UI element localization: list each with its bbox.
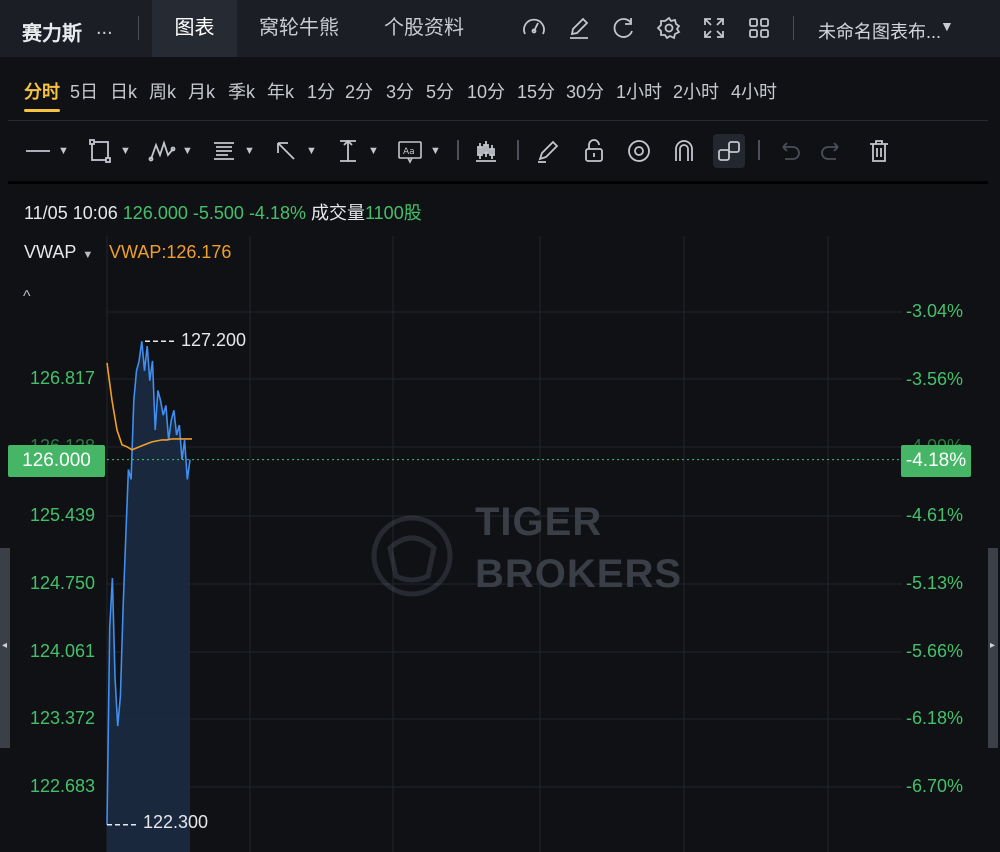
- period-tab-2m[interactable]: 2分: [345, 78, 373, 104]
- grid-icon[interactable]: [745, 14, 773, 42]
- chevron-left-icon: ◂: [2, 640, 8, 651]
- period-tab-15m[interactable]: 15分: [517, 78, 555, 104]
- y-axis-right-tick: -6.70%: [906, 776, 964, 796]
- gauge-icon[interactable]: [520, 14, 548, 42]
- period-tab-day[interactable]: 日k: [110, 78, 137, 104]
- current-pct-tag: -4.18%: [901, 445, 971, 477]
- tab-chart[interactable]: 图表: [152, 0, 237, 57]
- current-price-tag: 126.000: [8, 445, 105, 477]
- watermark-text-line1: TIGER: [475, 500, 603, 544]
- trash-icon[interactable]: [865, 136, 893, 166]
- lock-icon[interactable]: [580, 136, 608, 166]
- undo-icon[interactable]: [775, 136, 803, 166]
- vwap-value: VWAP:126.176: [109, 242, 232, 262]
- divider: [793, 16, 794, 40]
- period-tab-1m[interactable]: 1分: [307, 78, 335, 104]
- period-tab-week[interactable]: 周k: [149, 78, 176, 104]
- volume-label: 成交量: [311, 203, 365, 223]
- quote-volume: 1100股: [365, 203, 422, 223]
- pattern-tool-icon[interactable]: ▼: [148, 136, 193, 166]
- refresh-icon[interactable]: [610, 14, 638, 42]
- divider: [138, 16, 139, 40]
- top-bar: 赛力斯 ... 图表 窝轮牛熊 个股资料 未命名图表布... ▼: [0, 0, 1000, 57]
- period-tab-10m[interactable]: 10分: [467, 78, 505, 104]
- right-panel-handle[interactable]: ▸: [988, 548, 998, 748]
- fibonacci-tool-icon[interactable]: ▼: [210, 136, 255, 166]
- svg-text:Aa: Aa: [403, 147, 415, 157]
- pencil-icon[interactable]: [565, 14, 593, 42]
- measure-tool-icon[interactable]: ▼: [334, 136, 379, 166]
- gear-icon[interactable]: [655, 14, 683, 42]
- indicator-name: VWAP: [24, 242, 77, 262]
- period-tab-1h[interactable]: 1小时: [616, 78, 662, 104]
- period-tab-year[interactable]: 年k: [267, 78, 294, 104]
- stock-name[interactable]: 赛力斯: [22, 17, 82, 46]
- divider: [517, 140, 519, 160]
- low-price-label: 122.300: [143, 812, 209, 832]
- period-tab-3m[interactable]: 3分: [386, 78, 414, 104]
- y-axis-left-tick: 124.061: [30, 641, 96, 661]
- magnet-icon[interactable]: [670, 136, 698, 166]
- quote-change: -5.500: [192, 203, 244, 223]
- period-tab-intraday[interactable]: 分时: [24, 78, 60, 112]
- period-tab-4h[interactable]: 4小时: [731, 78, 777, 104]
- tab-warrants[interactable]: 窝轮牛熊: [245, 0, 353, 57]
- drawing-toolbar: ▼ ▼ ▼ ▼ ▼ ▼ Aa ▼: [0, 122, 1000, 180]
- tab-stock-profile[interactable]: 个股资料: [370, 0, 478, 57]
- y-axis-left-tick: 124.750: [30, 573, 96, 593]
- y-axis-left-tick: 126.817: [30, 368, 96, 388]
- high-price-label: 127.200: [181, 330, 247, 350]
- tiger-logo-watermark: [371, 515, 453, 597]
- watermark-text-line2: BROKERS: [475, 552, 683, 596]
- chevron-down-icon: ▼: [82, 249, 94, 261]
- link-icon[interactable]: [713, 134, 745, 168]
- y-axis-right-tick: -3.56%: [906, 369, 964, 389]
- period-tab-2h[interactable]: 2小时: [673, 78, 719, 104]
- y-axis-left-tick: 123.372: [30, 708, 96, 728]
- period-tab-30m[interactable]: 30分: [566, 78, 604, 104]
- y-axis-right-tick: -5.13%: [906, 573, 964, 593]
- arrow-tool-icon[interactable]: ▼: [272, 136, 317, 166]
- y-axis-left-tick: 125.439: [30, 505, 96, 525]
- indicator-selector[interactable]: VWAP ▼: [24, 242, 93, 263]
- candle-tool-icon[interactable]: [472, 136, 500, 166]
- quote-info-line: 11/05 10:06 126.000 -5.500 -4.18% 成交量110…: [24, 199, 422, 225]
- line-tool-icon[interactable]: ▼: [24, 136, 69, 166]
- y-axis-left-tick: 122.683: [30, 776, 96, 796]
- quote-datetime: 11/05 10:06: [24, 203, 118, 223]
- period-bar: 分时 5日 日k 周k 月k 季k 年k 1分 2分 3分 5分 10分 15分…: [0, 60, 1000, 120]
- period-tab-5m[interactable]: 5分: [426, 78, 454, 104]
- text-tool-icon[interactable]: Aa ▼: [396, 136, 441, 166]
- period-tab-5d[interactable]: 5日: [70, 78, 98, 104]
- layout-name-dropdown[interactable]: 未命名图表布...: [818, 18, 941, 44]
- fullscreen-icon[interactable]: [700, 14, 728, 42]
- collapse-icon[interactable]: ^: [23, 288, 31, 306]
- quote-price: 126.000: [122, 203, 188, 223]
- period-tab-quarter[interactable]: 季k: [228, 78, 255, 104]
- stock-more-button[interactable]: ...: [96, 17, 113, 40]
- y-axis-right-tick: -4.61%: [906, 505, 964, 525]
- chevron-right-icon: ▸: [990, 640, 996, 651]
- divider: [8, 120, 988, 121]
- redo-icon[interactable]: [818, 136, 846, 166]
- rectangle-tool-icon[interactable]: ▼: [86, 136, 131, 166]
- y-axis-right-tick: -3.04%: [906, 301, 964, 321]
- price-area-fill: [107, 341, 190, 852]
- y-axis-right-tick: -6.18%: [906, 708, 964, 728]
- brush-tool-icon[interactable]: [534, 136, 562, 166]
- y-axis-right-tick: -5.66%: [906, 641, 964, 661]
- left-panel-handle[interactable]: ◂: [0, 548, 10, 748]
- eye-icon[interactable]: [625, 136, 653, 166]
- chevron-down-icon[interactable]: ▼: [940, 18, 954, 34]
- period-tab-month[interactable]: 月k: [188, 78, 215, 104]
- quote-change-pct: -4.18%: [248, 203, 306, 223]
- divider: [758, 140, 760, 160]
- divider: [457, 140, 459, 160]
